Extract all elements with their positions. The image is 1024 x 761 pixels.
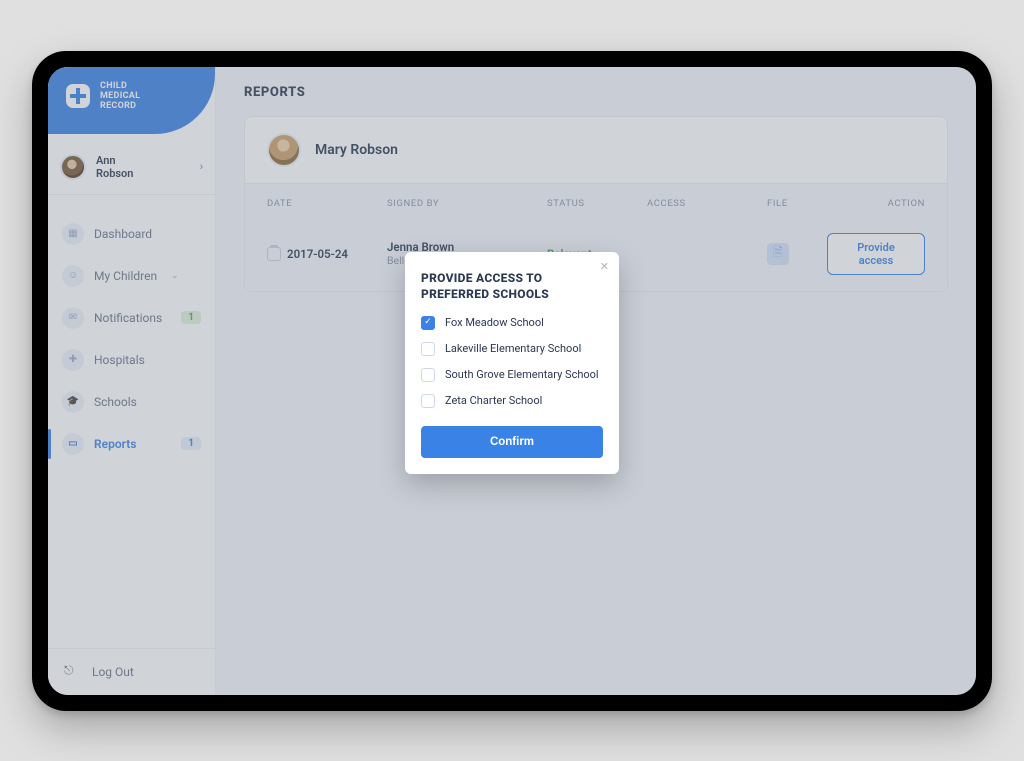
sidebar-item-dashboard[interactable]: ▦ Dashboard <box>48 213 215 255</box>
modal-title: PROVIDE ACCESS TO PREFERRED SCHOOLS <box>421 270 603 302</box>
sidebar-item-label: Schools <box>94 395 137 409</box>
checkbox-icon[interactable] <box>421 394 435 408</box>
brand-line-1: CHILD <box>100 81 140 91</box>
avatar <box>60 154 86 180</box>
page-title: REPORTS <box>244 85 948 100</box>
brand-line-2: MEDICAL <box>100 91 140 101</box>
brand-header: CHILD MEDICAL RECORD <box>48 67 215 134</box>
logout-label: Log Out <box>92 665 134 679</box>
notifications-icon: ✉ <box>62 307 84 329</box>
provide-access-modal: ✕ PROVIDE ACCESS TO PREFERRED SCHOOLS Fo… <box>405 252 619 474</box>
school-label: Zeta Charter School <box>445 394 542 407</box>
sidebar-item-my-children[interactable]: ☺ My Children ⌄ <box>48 255 215 297</box>
school-label: South Grove Elementary School <box>445 368 599 381</box>
checkbox-checked-icon[interactable] <box>421 316 435 330</box>
patient-header: Mary Robson <box>245 117 947 184</box>
user-first: Ann <box>96 154 190 167</box>
col-signed: SIGNED BY <box>387 198 547 209</box>
col-status: STATUS <box>547 198 647 209</box>
brand-logo-icon <box>66 84 90 108</box>
current-user-row[interactable]: Ann Robson › <box>48 140 215 195</box>
school-option[interactable]: South Grove Elementary School <box>421 368 603 382</box>
sidebar-item-notifications[interactable]: ✉ Notifications 1 <box>48 297 215 339</box>
col-access: ACCESS <box>647 198 767 209</box>
sidebar-item-schools[interactable]: 🎓 Schools <box>48 381 215 423</box>
patient-name: Mary Robson <box>315 142 398 158</box>
brand-line-3: RECORD <box>100 101 140 111</box>
provide-access-button[interactable]: Provide access <box>827 233 925 275</box>
checkbox-icon[interactable] <box>421 368 435 382</box>
current-user-name: Ann Robson <box>96 154 190 180</box>
school-option[interactable]: Lakeville Elementary School <box>421 342 603 356</box>
sidebar-item-label: Dashboard <box>94 227 152 241</box>
avatar <box>267 133 301 167</box>
sidebar-item-label: Hospitals <box>94 353 145 367</box>
school-option[interactable]: Zeta Charter School <box>421 394 603 408</box>
cell-action: Provide access <box>827 233 925 275</box>
school-label: Fox Meadow School <box>445 316 544 329</box>
col-action: ACTION <box>827 198 925 209</box>
checkbox-icon[interactable] <box>421 342 435 356</box>
table-header: DATE SIGNED BY STATUS ACCESS FILE ACTION <box>245 184 947 219</box>
brand-title: CHILD MEDICAL RECORD <box>100 81 140 112</box>
col-date: DATE <box>267 198 387 209</box>
tablet-frame: CHILD MEDICAL RECORD Ann Robson › ▦ Dash… <box>32 51 992 711</box>
sidebar-item-reports[interactable]: ▭ Reports 1 <box>48 423 215 465</box>
confirm-button[interactable]: Confirm <box>421 426 603 458</box>
sidebar-item-label: Notifications <box>94 311 162 325</box>
calendar-icon <box>267 247 281 261</box>
chevron-down-icon: ⌄ <box>171 271 179 281</box>
close-icon[interactable]: ✕ <box>600 260 609 273</box>
sidebar-item-hospitals[interactable]: ✚ Hospitals <box>48 339 215 381</box>
col-file: FILE <box>767 198 827 209</box>
chevron-right-icon: › <box>200 160 203 173</box>
sidebar-item-label: My Children <box>94 269 157 283</box>
user-last: Robson <box>96 167 190 180</box>
children-icon: ☺ <box>62 265 84 287</box>
school-label: Lakeville Elementary School <box>445 342 581 355</box>
hospitals-icon: ✚ <box>62 349 84 371</box>
logout-button[interactable]: ⎋ Log Out <box>48 648 215 695</box>
cell-date: 2017-05-24 <box>267 247 387 261</box>
dashboard-icon: ▦ <box>62 223 84 245</box>
schools-icon: 🎓 <box>62 391 84 413</box>
reports-icon: ▭ <box>62 433 84 455</box>
reports-badge: 1 <box>181 437 201 450</box>
app-screen: CHILD MEDICAL RECORD Ann Robson › ▦ Dash… <box>48 67 976 695</box>
sidebar-item-label: Reports <box>94 437 136 451</box>
sidebar-nav: ▦ Dashboard ☺ My Children ⌄ ✉ Notificati… <box>48 195 215 648</box>
logout-icon: ⎋ <box>64 663 82 681</box>
notifications-badge: 1 <box>181 311 201 324</box>
file-icon[interactable]: 🗎 <box>767 243 789 265</box>
sidebar: CHILD MEDICAL RECORD Ann Robson › ▦ Dash… <box>48 67 216 695</box>
school-option[interactable]: Fox Meadow School <box>421 316 603 330</box>
date-value: 2017-05-24 <box>287 247 348 261</box>
cell-file: 🗎 <box>767 243 827 265</box>
